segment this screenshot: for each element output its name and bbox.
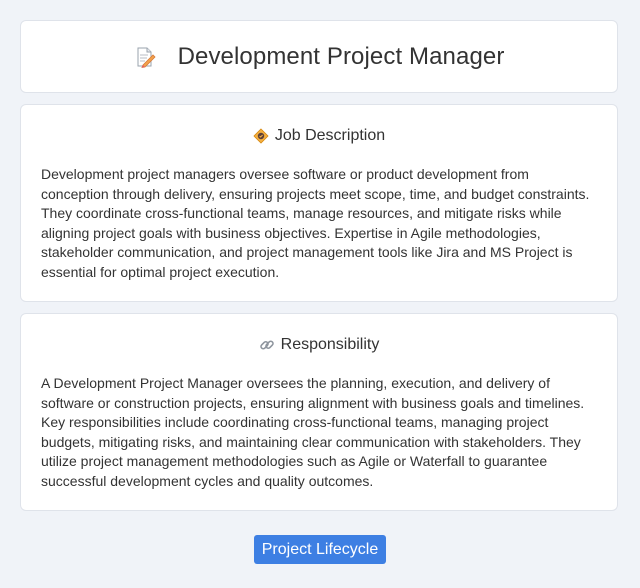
job-description-text: Development project managers oversee sof… bbox=[41, 166, 590, 280]
responsibility-card: Responsibility A Development Project Man… bbox=[20, 313, 618, 511]
link-icon bbox=[259, 337, 275, 353]
title-card: Development Project Manager bbox=[20, 20, 618, 93]
page-title: Development Project Manager bbox=[177, 42, 505, 70]
project-lifecycle-button[interactable]: Project Lifecycle bbox=[254, 535, 386, 564]
diamond-badge-icon bbox=[253, 128, 269, 144]
responsibility-heading: Responsibility bbox=[280, 336, 380, 353]
responsibility-header: Responsibility bbox=[21, 336, 617, 354]
job-description-heading: Job Description bbox=[274, 127, 386, 144]
job-description-header: Job Description bbox=[21, 127, 617, 145]
job-description-card: Job Description Development project mana… bbox=[20, 104, 618, 302]
responsibility-text: A Development Project Manager oversees t… bbox=[41, 375, 585, 489]
memo-pencil-icon bbox=[134, 46, 156, 68]
